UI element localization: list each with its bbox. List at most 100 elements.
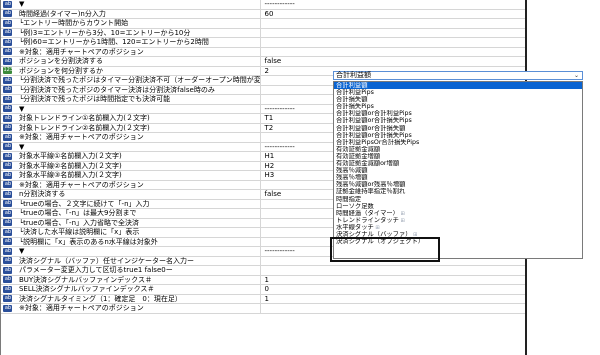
string-param-icon: ab [3, 124, 13, 132]
select-value: 合計利益額 [336, 71, 371, 79]
dropdown-option[interactable]: 合計利益額or合計損失Pips [334, 132, 582, 139]
property-name: ▼ [18, 247, 25, 255]
property-name: BUY決済シグナルバッファインデックス＃ [18, 275, 152, 284]
property-name: └trueの場合、「-n」は最大9分割まで [18, 209, 137, 217]
string-param-icon: ab [3, 95, 13, 103]
property-name: └分割決済で残ったポジはタイマー分割決済不可（オーダーオープン時間が変わらないた… [18, 76, 260, 84]
string-param-icon: ab [3, 143, 13, 151]
option-label: 合計利益PipsOr合計損失Pips [336, 138, 420, 146]
property-name: n分割決済する [18, 190, 66, 198]
property-name: ▼ [18, 104, 25, 113]
property-value[interactable] [259, 38, 526, 47]
row-icon-cell: ab [1, 19, 15, 28]
property-value[interactable] [259, 28, 526, 37]
string-param-icon: ab [3, 0, 13, 8]
property-row[interactable]: ab ※対象：適用チャートペアのポジション [1, 47, 526, 57]
string-param-icon: ab [3, 86, 13, 94]
property-row[interactable]: ab └例)60=エントリーから1時間、120=エントリーから2時間 [1, 38, 525, 48]
row-icon-cell: ab [1, 152, 15, 161]
property-name: └例)60=エントリーから1時間、120=エントリーから2時間 [18, 38, 209, 46]
property-value[interactable]: 1 [259, 294, 526, 303]
dropdown-option[interactable]: 合計利益額 [334, 82, 582, 90]
dropdown-option[interactable]: 有効証拠金増額 [334, 153, 582, 160]
chevron-down-icon[interactable]: ⌄ [574, 72, 579, 79]
property-value[interactable]: 0 [259, 285, 526, 294]
option-label: 水平線タッチ [336, 223, 374, 231]
row-icon-cell: ab [1, 219, 15, 228]
row-icon-cell: ab [1, 76, 15, 85]
dropdown-option[interactable]: 合計利益PipsOr合計損失Pips [334, 139, 582, 146]
dropdown-option[interactable]: 残高％増額 [334, 174, 582, 181]
dropdown-option[interactable]: 合計利益額or合計損失Pips [334, 117, 582, 124]
string-param-icon: ab [3, 181, 13, 189]
string-param-icon: ab [3, 228, 13, 236]
dropdown-option[interactable]: ローソク足数 [334, 203, 582, 210]
string-param-icon: ab [3, 200, 13, 208]
property-value[interactable] [259, 47, 526, 56]
string-param-icon: ab [3, 133, 13, 141]
dropdown-option[interactable]: 時間指定 [334, 196, 582, 203]
dropdown-option[interactable]: 残高％減額 [334, 167, 582, 174]
highlight-frame [330, 237, 440, 262]
option-label: 残高％減額 [336, 167, 368, 175]
option-label: 合計利益額or合計損失額 [336, 124, 406, 132]
property-value[interactable]: false [259, 57, 526, 66]
row-icon-cell: ab [1, 95, 15, 104]
property-row[interactable]: ab ▼ ------------ [1, 0, 525, 10]
dropdown-option[interactable]: 合計損失額 [334, 96, 582, 103]
row-icon-cell: ab [1, 285, 15, 294]
close-condition-select[interactable]: 合計利益額 ⌄ [333, 71, 583, 80]
option-label: 有効証拠金減額 [336, 145, 381, 153]
property-row[interactable]: ab ポジションを分割決済する false [1, 57, 525, 67]
dropdown-option[interactable]: 合計利益額or合計損失額 [334, 125, 582, 132]
property-row[interactable]: ab └例)3=エントリーから3分、10=エントリーから10分 [1, 28, 526, 38]
string-param-icon: ab [3, 10, 13, 18]
property-name: 対象トレンドライン①名前欄入力(２文字) [18, 114, 150, 122]
property-name: パラメーター変更入力して区切るtrue1 false0ー [18, 266, 173, 274]
property-value[interactable] [259, 266, 526, 275]
option-label: 合計利益額or合計損失Pips [336, 117, 412, 125]
option-label: 有効証拠金増額 [336, 152, 381, 160]
dropdown-option[interactable]: 有効証拠金減額 [334, 146, 582, 153]
option-label: 証拠金維持率指定％割れ [336, 188, 406, 196]
property-row[interactable]: ab ※対象：適用チャートペアのポジション [1, 304, 525, 314]
string-param-icon: ab [3, 295, 13, 303]
dropdown-option[interactable]: 残高％減額or残高％増額 [334, 181, 582, 188]
string-param-icon: ab [3, 238, 13, 246]
property-value[interactable]: 1 [259, 275, 526, 284]
string-param-icon: ab [3, 162, 13, 170]
dropdown-option[interactable]: 合計利益額or合計利益Pips [334, 110, 582, 117]
property-name: 対象トレンドライン②名前欄入力(２文字) [18, 123, 150, 132]
row-icon-cell: ab [1, 124, 15, 133]
option-label: 合計利益額or合計損失Pips [336, 131, 412, 139]
dropdown-option[interactable]: 有効証拠金減額or増額 [334, 160, 582, 167]
property-row[interactable]: ab SELL決済シグナルバッファインデックス＃ 0 [1, 285, 525, 295]
property-row[interactable]: ab BUY決済シグナルバッファインデックス＃ 1 [1, 275, 526, 285]
property-value[interactable] [259, 304, 526, 313]
property-row[interactable]: ab パラメーター変更入力して区切るtrue1 false0ー [1, 266, 525, 276]
string-param-icon: ab [3, 219, 13, 227]
property-name: 時間経過(タイマー)n分入力 [18, 9, 106, 18]
string-param-icon: ab [3, 190, 13, 198]
string-param-icon: ab [3, 171, 13, 179]
dropdown-option[interactable]: 時間経過（タイマー） ⊞ [334, 210, 582, 217]
dropdown-option[interactable]: 合計損失Pips [334, 103, 582, 110]
property-row[interactable]: ab 決済シグナルタイミング（1：確定足 0：現在足） 1 [1, 294, 526, 304]
property-name: 対象水平線②名前欄入力(２文字) [18, 161, 122, 170]
dropdown-option[interactable]: 証拠金維持率指定％割れ [334, 188, 582, 195]
property-row[interactable]: ab 時間経過(タイマー)n分入力 60 [1, 9, 526, 19]
dropdown-option[interactable]: 水平線タッチ ⊞ [334, 224, 582, 231]
dropdown-option[interactable]: トレンドラインタッチ ⊞ [334, 217, 582, 224]
property-value[interactable] [259, 19, 526, 28]
string-param-icon: ab [3, 266, 13, 274]
option-label: 合計損失額 [336, 96, 368, 104]
property-value[interactable]: 60 [259, 9, 526, 18]
row-icon-cell: ab [1, 190, 15, 199]
property-value[interactable]: ------------ [259, 0, 526, 9]
property-row[interactable]: ab └エントリー時間からカウント開始 [1, 19, 525, 29]
string-param-icon: ab [3, 114, 13, 122]
option-label: 合計損失Pips [336, 103, 374, 111]
string-param-icon: ab [3, 257, 13, 265]
dropdown-option[interactable]: 合計利益Pips [334, 89, 582, 96]
property-name: 対象水平線③名前欄入力(２文字) [18, 171, 122, 179]
